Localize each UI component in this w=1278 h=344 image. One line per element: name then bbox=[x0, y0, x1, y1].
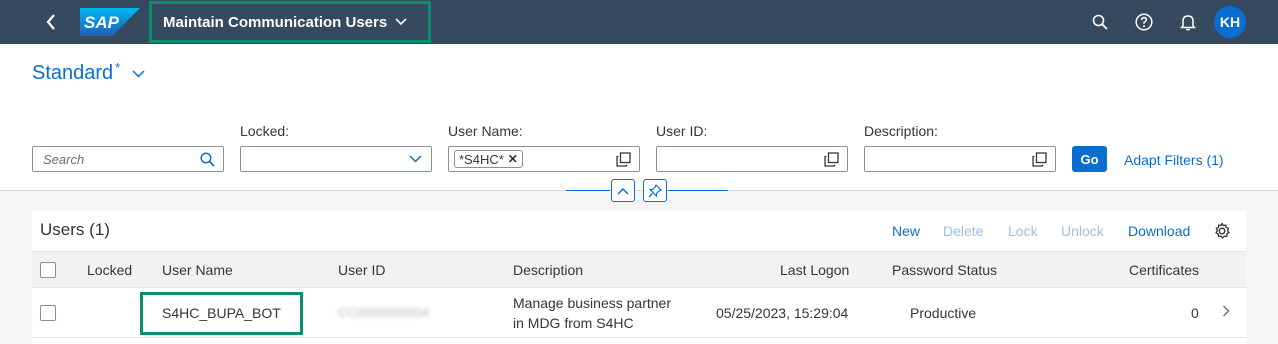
lock-button[interactable]: Lock bbox=[1008, 223, 1038, 239]
filter-header: Standard * Search Locked: User Name: *S4… bbox=[0, 44, 1278, 191]
table-row[interactable]: S4HC_BUPA_BOT CC0000000004 Manage busine… bbox=[32, 288, 1246, 338]
search-icon[interactable] bbox=[199, 151, 215, 167]
row-select-checkbox[interactable] bbox=[40, 305, 56, 321]
variant-modified-marker: * bbox=[115, 60, 121, 75]
token-text: *S4HC* bbox=[459, 151, 504, 167]
sap-logo[interactable]: SAP bbox=[80, 8, 140, 36]
description-multiinput[interactable] bbox=[864, 146, 1056, 172]
search-button[interactable] bbox=[1090, 12, 1110, 32]
column-header-password-status[interactable]: Password Status bbox=[892, 262, 997, 278]
go-button[interactable]: Go bbox=[1072, 146, 1107, 172]
cell-user-id-redacted: CC0000000004 bbox=[338, 305, 430, 320]
chevron-down-icon bbox=[132, 69, 145, 78]
bell-icon bbox=[1180, 15, 1196, 31]
locked-label: Locked: bbox=[240, 123, 290, 139]
chevron-down-icon[interactable] bbox=[407, 151, 423, 167]
column-header-last-logon[interactable]: Last Logon bbox=[780, 262, 849, 278]
gear-icon bbox=[1215, 222, 1230, 239]
users-table-panel: Users (1) New Delete Lock Unlock Downloa… bbox=[32, 211, 1246, 344]
user-name-label: User Name: bbox=[448, 123, 523, 139]
cell-description-line1: Manage business partner bbox=[513, 295, 671, 311]
column-header-description[interactable]: Description bbox=[513, 262, 583, 278]
column-header-certificates[interactable]: Certificates bbox=[1129, 262, 1199, 278]
back-icon bbox=[46, 14, 55, 30]
chevron-up-icon bbox=[617, 187, 629, 195]
cell-last-logon: 05/25/2023, 15:29:04 bbox=[716, 305, 849, 321]
column-header-locked[interactable]: Locked bbox=[87, 262, 132, 278]
table-settings-button[interactable] bbox=[1212, 221, 1232, 241]
search-icon bbox=[1092, 14, 1108, 30]
chevron-right-icon[interactable] bbox=[1220, 303, 1232, 319]
table-header-row: Locked User Name User ID Description Las… bbox=[32, 251, 1246, 288]
chevron-down-icon bbox=[395, 18, 407, 26]
value-help-icon[interactable] bbox=[823, 151, 839, 167]
collapse-header-button[interactable] bbox=[611, 179, 635, 202]
divider-right bbox=[668, 190, 728, 191]
user-name-multiinput[interactable]: *S4HC* ✕ bbox=[448, 146, 640, 172]
user-id-multiinput[interactable] bbox=[656, 146, 848, 172]
delete-button[interactable]: Delete bbox=[943, 223, 983, 239]
variant-name: Standard bbox=[32, 62, 114, 84]
shell-bar: SAP Maintain Communication Users KH bbox=[0, 0, 1278, 44]
search-field[interactable]: Search bbox=[32, 146, 224, 172]
download-button[interactable]: Download bbox=[1128, 223, 1190, 239]
table-title: Users (1) bbox=[40, 220, 110, 239]
description-label: Description: bbox=[864, 123, 938, 139]
back-button[interactable] bbox=[40, 10, 62, 34]
token-remove-icon[interactable]: ✕ bbox=[508, 152, 518, 166]
pin-icon bbox=[648, 183, 662, 197]
locked-select[interactable] bbox=[240, 146, 432, 172]
divider-left bbox=[566, 190, 610, 191]
app-title-menu[interactable]: Maintain Communication Users bbox=[149, 1, 431, 43]
help-button[interactable] bbox=[1134, 12, 1154, 32]
column-header-user-name[interactable]: User Name bbox=[162, 262, 233, 278]
value-help-icon[interactable] bbox=[615, 151, 631, 167]
new-button[interactable]: New bbox=[892, 223, 920, 239]
avatar[interactable]: KH bbox=[1214, 6, 1246, 38]
logo-text: SAP bbox=[84, 13, 120, 32]
cell-description-line2: in MDG from S4HC bbox=[513, 315, 634, 331]
search-placeholder: Search bbox=[43, 152, 85, 167]
help-icon bbox=[1135, 13, 1153, 31]
select-all-checkbox[interactable] bbox=[40, 262, 56, 278]
value-help-icon[interactable] bbox=[1031, 151, 1047, 167]
variant-selector[interactable]: Standard * bbox=[32, 60, 145, 85]
column-header-user-id[interactable]: User ID bbox=[338, 262, 385, 278]
user-name-token[interactable]: *S4HC* ✕ bbox=[454, 150, 523, 168]
cell-user-name: S4HC_BUPA_BOT bbox=[162, 305, 281, 321]
app-title: Maintain Communication Users bbox=[163, 13, 388, 31]
notifications-button[interactable] bbox=[1178, 12, 1198, 32]
cell-password-status: Productive bbox=[910, 305, 977, 321]
pin-header-button[interactable] bbox=[643, 179, 667, 202]
unlock-button[interactable]: Unlock bbox=[1061, 223, 1104, 239]
adapt-filters-link[interactable]: Adapt Filters (1) bbox=[1124, 152, 1224, 168]
cell-certificates: 0 bbox=[1191, 305, 1199, 321]
user-id-label: User ID: bbox=[656, 123, 708, 139]
